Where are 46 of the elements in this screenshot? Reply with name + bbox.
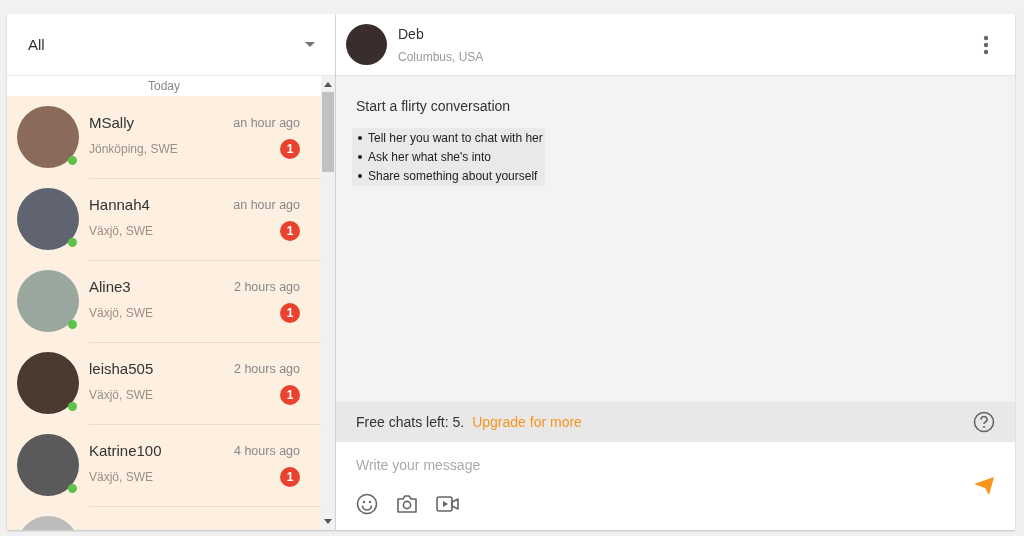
message-time: an hour ago — [233, 197, 300, 212]
contact-location: Columbus, USA — [398, 49, 485, 64]
suggestion-item: Share something about yourself — [358, 169, 543, 183]
message-time: an hour ago — [233, 115, 300, 130]
contact-location: Växjö, SWE — [89, 306, 154, 320]
contact-name: Deb — [398, 25, 425, 42]
smiley-icon[interactable] — [356, 493, 378, 515]
conversation-item[interactable]: Katrine100 4 hours ago Växjö, SWE 1 — [7, 424, 321, 506]
free-chats-text: Free chats left: 5. — [356, 414, 465, 430]
conversation-item[interactable]: MSally an hour ago Jönköping, SWE 1 — [7, 96, 321, 178]
unread-count-badge: 1 — [280, 385, 300, 405]
bullet-icon — [358, 155, 362, 159]
unread-count-badge: 1 — [280, 467, 300, 487]
caret-icon — [305, 42, 315, 47]
scrollbar-thumb[interactable] — [322, 92, 334, 172]
contact-name: MSally — [89, 114, 134, 131]
bullet-icon — [358, 174, 362, 178]
suggestion-item: Tell her you want to chat with her — [358, 131, 543, 145]
contact-location: Växjö, SWE — [89, 224, 154, 238]
contact-name: Aline3 — [89, 278, 131, 295]
contact-name: Hannah4 — [89, 196, 150, 213]
help-icon[interactable] — [973, 411, 995, 433]
suggestion-item: Ask her what she's into — [358, 150, 543, 164]
contact-location: Jönköping, SWE — [89, 142, 178, 156]
scroll-down-arrow-icon[interactable] — [324, 519, 332, 524]
contact-name: Katrine100 — [89, 442, 162, 459]
prompt-title: Start a flirty conversation — [356, 98, 512, 114]
conversation-item[interactable]: leisha505 2 hours ago Växjö, SWE 1 — [7, 342, 321, 424]
camera-icon[interactable] — [396, 494, 418, 514]
avatar-photo-placeholder — [346, 24, 387, 65]
message-time: 2 hours ago — [233, 279, 300, 294]
unread-count-badge: 1 — [280, 303, 300, 323]
message-time: 4 hours ago — [233, 443, 300, 458]
message-time: 2 hours ago — [233, 361, 300, 376]
bullet-icon — [358, 136, 362, 140]
contact-location: Växjö, SWE — [89, 388, 154, 402]
scrollbar[interactable] — [321, 76, 335, 530]
more-options-icon[interactable] — [983, 34, 989, 55]
conversation-item[interactable]: Aline3 2 hours ago Växjö, SWE 1 — [7, 260, 321, 342]
contact-location: Växjö, SWE — [89, 470, 154, 484]
contact-name: leisha505 — [89, 360, 154, 377]
conversation-item[interactable]: Hannah4 an hour ago Växjö, SWE 1 — [7, 178, 321, 260]
unread-count-badge: 1 — [280, 139, 300, 159]
unread-count-badge: 1 — [280, 221, 300, 241]
video-camera-icon[interactable] — [436, 495, 460, 513]
scroll-up-arrow-icon[interactable] — [324, 82, 332, 87]
